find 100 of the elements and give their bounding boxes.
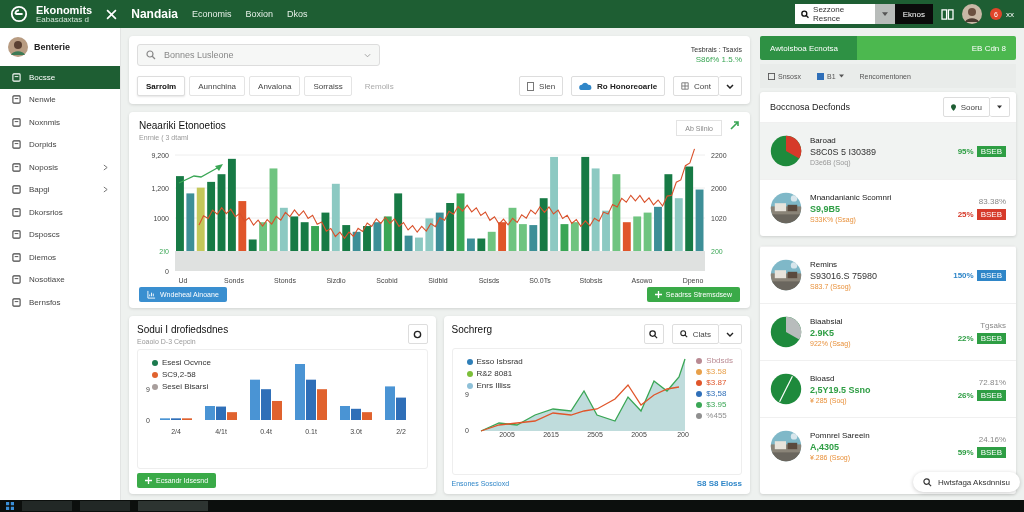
trend-arrow xyxy=(178,164,223,184)
sidebar-item[interactable]: Bernsfos xyxy=(0,291,120,314)
toolbar-button[interactable]: Ro Honoreoarle xyxy=(571,76,666,96)
page-icon xyxy=(12,72,21,82)
legend-value: $3.58 xyxy=(706,367,727,376)
tab[interactable]: Anvalona xyxy=(249,76,301,96)
page-icon xyxy=(12,185,21,195)
dropdown-button[interactable] xyxy=(719,324,742,344)
search-button[interactable] xyxy=(643,324,664,344)
dropdown-button[interactable]: Clats xyxy=(671,324,719,344)
dropdown-button[interactable] xyxy=(719,76,742,96)
item-value: 2,5Y19.5 Ssno xyxy=(810,385,872,395)
page-icon xyxy=(12,162,21,172)
bar xyxy=(373,222,382,251)
search-icon xyxy=(800,9,810,19)
user-name: Benterie xyxy=(34,42,70,52)
chart-icon xyxy=(147,290,156,299)
bar xyxy=(415,237,423,251)
nav-link[interactable]: Economis xyxy=(191,9,232,19)
legend-label: SC9,2-58 xyxy=(162,370,196,379)
sidebar-item[interactable]: Nosotiaxe xyxy=(0,268,120,291)
sidebar-item[interactable]: Diemos xyxy=(0,246,120,269)
sidebar-item[interactable]: Nenwle xyxy=(0,88,120,111)
bar xyxy=(435,212,444,251)
action-button[interactable]: Eknos xyxy=(894,4,933,24)
bar xyxy=(633,216,642,251)
square-icon xyxy=(768,72,775,80)
sidebar-item[interactable]: Noxnmis xyxy=(0,111,120,134)
search-field[interactable]: Sezzone Resnce xyxy=(794,4,875,24)
tab[interactable]: Sorraiss xyxy=(304,76,352,96)
chevron-icon xyxy=(103,186,108,194)
legend-value: $3.87 xyxy=(706,378,727,387)
start-icon[interactable] xyxy=(6,502,14,510)
cloud-icon xyxy=(579,81,593,91)
help-search-button[interactable]: Hwtsfaga Aksdnnisu xyxy=(912,472,1020,492)
bar xyxy=(342,225,351,251)
item-note: 72.81% xyxy=(978,377,1006,387)
trend-icon[interactable] xyxy=(730,120,740,130)
refresh-icon xyxy=(413,329,422,339)
search-icon xyxy=(649,329,659,339)
item-title: Bioasd xyxy=(810,374,836,383)
sidebar-item[interactable]: Dsposcs xyxy=(0,223,120,246)
bar xyxy=(363,226,371,251)
bar xyxy=(456,193,465,251)
item-value: 2.9K5 xyxy=(810,328,836,338)
bar xyxy=(425,218,434,251)
page-icon xyxy=(12,230,21,240)
sidebar-item[interactable]: Dorpids xyxy=(0,133,120,156)
page-icon xyxy=(12,252,21,262)
dropdown-button[interactable] xyxy=(874,4,895,24)
page-icon xyxy=(12,275,21,285)
grid-icon xyxy=(681,82,690,90)
change-value: 59% xyxy=(957,447,974,457)
book-icon[interactable] xyxy=(941,8,954,20)
item-title: Remins xyxy=(810,260,839,269)
bar xyxy=(311,226,319,251)
search-field[interactable]: Bonnes Lusleone xyxy=(162,49,358,61)
search-icon xyxy=(679,330,688,338)
sidebar-item[interactable]: Dkorsrios xyxy=(0,201,120,224)
legend-label: R&2 8081 xyxy=(476,369,513,378)
page-icon xyxy=(12,95,21,105)
tab[interactable]: Aunnchina xyxy=(189,76,246,96)
item-value: S93016.S 75980 xyxy=(810,271,879,281)
bar xyxy=(196,187,205,251)
account-label[interactable]: xx xyxy=(1006,9,1014,19)
pie-chart-icon xyxy=(770,135,802,167)
toolbar-button[interactable]: Cont xyxy=(673,76,719,96)
chevron-icon xyxy=(103,163,108,171)
page-icon xyxy=(12,207,21,217)
item-value: S8C0S 5 I30389 xyxy=(810,147,878,157)
nav-link[interactable]: Boxion xyxy=(245,9,273,19)
sidebar-item[interactable]: Noposis xyxy=(0,156,120,179)
search-box[interactable]: Bonnes Lusleone xyxy=(137,44,380,66)
document-icon xyxy=(527,81,535,91)
bar xyxy=(306,379,316,420)
item-note: Tgsaks xyxy=(980,320,1006,330)
sidebar-item[interactable]: Bapgi xyxy=(0,178,120,201)
toolbar-button[interactable]: Slen xyxy=(519,76,564,96)
status-badge: BSEB xyxy=(976,208,1006,220)
tab[interactable]: Sarrolm xyxy=(137,76,186,96)
sidebar-item[interactable]: Bocsse xyxy=(0,66,120,89)
bar xyxy=(295,364,305,420)
pie-chart-icon xyxy=(770,373,802,405)
bar xyxy=(570,222,579,251)
banner-title: Awtoisboa Ecnotsa xyxy=(770,43,838,53)
chevron-icon xyxy=(726,331,734,337)
legend-label: Esso Isbsrad xyxy=(476,357,523,366)
close-icon[interactable] xyxy=(106,8,118,20)
bar xyxy=(352,231,361,251)
dropdown-button[interactable]: Sooru xyxy=(942,97,990,117)
logo-icon xyxy=(10,5,28,23)
bar xyxy=(250,379,260,420)
card-title: Boccnosa Decfonds xyxy=(770,102,851,112)
item-note: 24.16% xyxy=(978,434,1006,444)
avatar xyxy=(8,37,28,57)
refresh-button[interactable] xyxy=(407,324,428,344)
nav-link[interactable]: Dkos xyxy=(286,9,308,19)
avatar[interactable] xyxy=(962,4,982,24)
change-value: 26% xyxy=(957,390,974,400)
pin-icon xyxy=(950,103,956,111)
